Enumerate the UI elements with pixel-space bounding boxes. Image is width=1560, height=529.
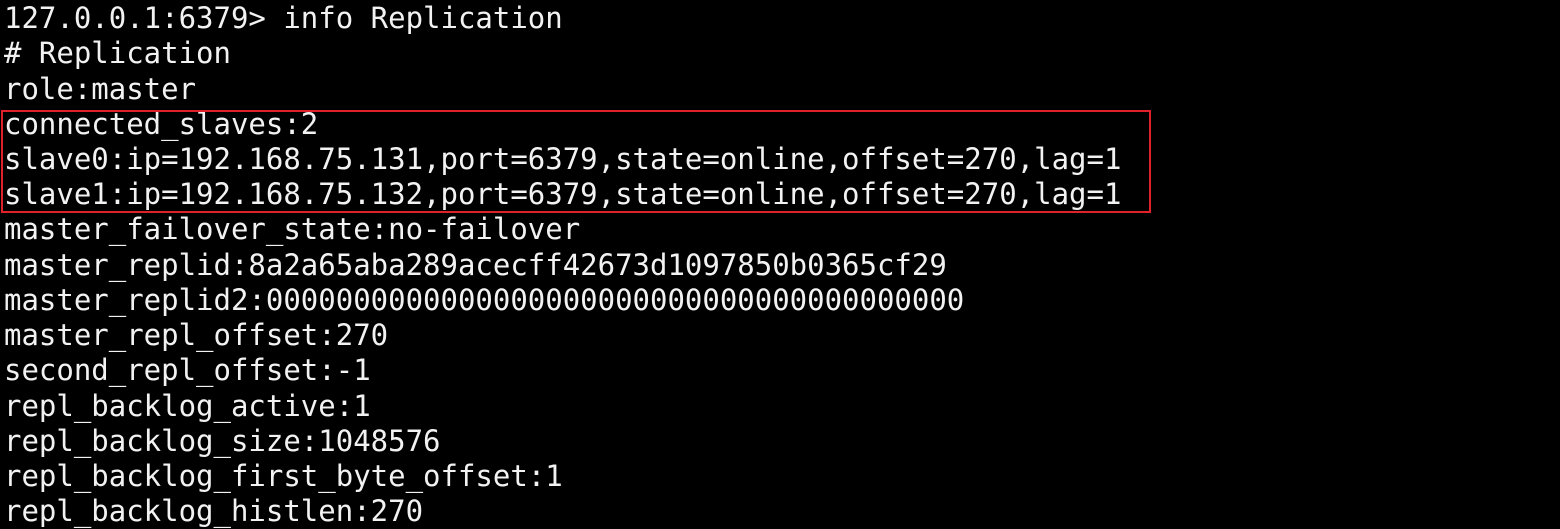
output-line-repl-backlog-size: repl_backlog_size:1048576 <box>4 424 441 458</box>
output-line-role: role:master <box>4 72 197 106</box>
output-line-slave1: slave1:ip=192.168.75.132,port=6379,state… <box>4 177 1122 211</box>
output-line-connected-slaves: connected_slaves:2 <box>4 107 319 141</box>
command-prompt-line: 127.0.0.1:6379> info Replication <box>4 1 563 35</box>
output-line-repl-backlog-active: repl_backlog_active:1 <box>4 389 371 423</box>
output-line-master-failover-state: master_failover_state:no-failover <box>4 212 581 246</box>
output-line-master-replid2: master_replid2:0000000000000000000000000… <box>4 283 965 317</box>
output-line-slave0: slave0:ip=192.168.75.131,port=6379,state… <box>4 142 1122 176</box>
output-line-repl-backlog-histlen: repl_backlog_histlen:270 <box>4 494 424 528</box>
output-line-second-repl-offset: second_repl_offset:-1 <box>4 353 371 387</box>
section-header-line: # Replication <box>4 36 231 70</box>
output-line-master-replid: master_replid:8a2a65aba289acecff42673d10… <box>4 248 947 282</box>
output-line-master-repl-offset: master_repl_offset:270 <box>4 318 389 352</box>
terminal-window[interactable]: 127.0.0.1:6379> info Replication # Repli… <box>0 0 1560 529</box>
output-line-repl-backlog-first-byte-offset: repl_backlog_first_byte_offset:1 <box>4 459 563 493</box>
